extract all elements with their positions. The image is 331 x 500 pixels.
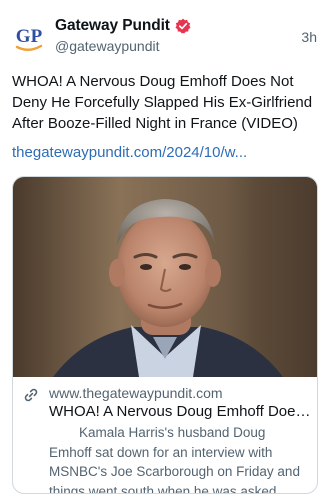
author-display-name[interactable]: Gateway Pundit [55, 17, 170, 35]
gateway-pundit-logo: GP [15, 26, 43, 51]
social-post[interactable]: GP Gateway Pundit @gatewaypundit 3h WHOA… [0, 0, 331, 500]
link-icon [23, 387, 39, 403]
post-timestamp[interactable]: 3h [301, 29, 317, 45]
card-title[interactable]: WHOA! A Nervous Doug Emhoff Does Not Den… [49, 403, 311, 420]
author-handle[interactable]: @gatewaypundit [55, 38, 160, 54]
post-text: WHOA! A Nervous Doug Emhoff Does Not Den… [12, 73, 313, 132]
verified-badge-icon [175, 18, 191, 34]
card-image[interactable] [13, 177, 317, 377]
author-avatar[interactable]: GP [12, 20, 46, 54]
card-description: Kamala Harris's husband Doug Emhoff sat … [49, 425, 300, 494]
logo-lettering: GP [16, 26, 43, 47]
card-domain: www.thegatewaypundit.com [49, 385, 223, 401]
link-preview-card[interactable]: www.thegatewaypundit.com WHOA! A Nervous… [12, 176, 318, 494]
post-link[interactable]: thegatewaypundit.com/2024/10/w... [12, 144, 247, 161]
man-portrait-photo [13, 177, 317, 377]
author-name-row: Gateway Pundit [55, 17, 191, 35]
